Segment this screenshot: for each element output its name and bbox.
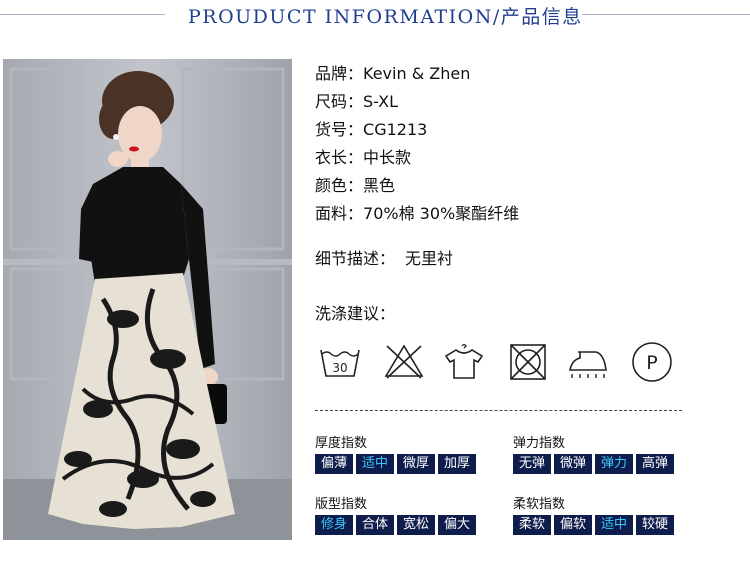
elasticity-option-selected: 弹力 bbox=[595, 454, 633, 474]
section-title: PROUDUCT INFORMATION/产品信息 bbox=[188, 6, 583, 28]
softness-index-title: 柔软指数 bbox=[513, 497, 566, 512]
fit-option: 偏大 bbox=[438, 515, 476, 535]
fit-option-selected: 修身 bbox=[315, 515, 353, 535]
info-row-color: 颜色：黑色 bbox=[315, 172, 519, 200]
elasticity-index: 弹力指数 无弹 微弹 弹力 高弹 bbox=[513, 432, 674, 474]
header-divider-left bbox=[0, 14, 165, 15]
fabric-value: 70%棉 30%聚酯纤维 bbox=[363, 204, 520, 223]
elasticity-option: 无弹 bbox=[513, 454, 551, 474]
fit-index: 版型指数 修身 合体 宽松 偏大 bbox=[315, 493, 476, 535]
detail-value: 无里衬 bbox=[405, 249, 454, 268]
detail-description: 细节描述： 无里衬 bbox=[315, 245, 453, 269]
fit-option: 宽松 bbox=[397, 515, 435, 535]
product-photo bbox=[3, 59, 292, 540]
hang-dry-icon bbox=[442, 340, 486, 384]
info-row-fabric: 面料：70%棉 30%聚酯纤维 bbox=[315, 200, 519, 228]
size-label: 尺码： bbox=[315, 92, 364, 111]
thickness-option-selected: 适中 bbox=[356, 454, 394, 474]
wash-30-icon: 30 bbox=[318, 340, 362, 384]
softness-option: 柔软 bbox=[513, 515, 551, 535]
size-value: S-XL bbox=[363, 92, 399, 111]
section-header: PROUDUCT INFORMATION/产品信息 bbox=[0, 0, 750, 30]
info-row-sku: 货号：CG1213 bbox=[315, 116, 519, 144]
fit-index-title: 版型指数 bbox=[315, 497, 368, 512]
elasticity-option: 高弹 bbox=[636, 454, 674, 474]
length-label: 衣长： bbox=[315, 148, 364, 167]
sku-label: 货号： bbox=[315, 120, 364, 139]
header-divider-right bbox=[582, 14, 750, 15]
product-info-list: 品牌：Kevin & Zhen 尺码：S-XL 货号：CG1213 衣长：中长款… bbox=[315, 60, 519, 228]
thickness-options: 偏薄 适中 微厚 加厚 bbox=[315, 454, 476, 474]
elasticity-option: 微弹 bbox=[554, 454, 592, 474]
thickness-index: 厚度指数 偏薄 适中 微厚 加厚 bbox=[315, 432, 476, 474]
fabric-label: 面料： bbox=[315, 204, 364, 223]
wash-advice-label: 洗涤建议： bbox=[315, 304, 396, 323]
dry-clean-p-icon: P bbox=[630, 340, 674, 384]
brand-label: 品牌： bbox=[315, 64, 364, 83]
softness-options: 柔软 偏软 适中 较硬 bbox=[513, 515, 674, 535]
softness-option: 较硬 bbox=[636, 515, 674, 535]
brand-value: Kevin & Zhen bbox=[363, 64, 471, 83]
dry-clean-letter: P bbox=[646, 352, 657, 374]
softness-option: 偏软 bbox=[554, 515, 592, 535]
info-row-length: 衣长：中长款 bbox=[315, 144, 519, 172]
section-divider bbox=[315, 410, 682, 411]
thickness-option: 微厚 bbox=[397, 454, 435, 474]
iron-icon bbox=[566, 340, 610, 384]
length-value: 中长款 bbox=[363, 148, 412, 167]
elasticity-index-title: 弹力指数 bbox=[513, 436, 566, 451]
detail-label: 细节描述： bbox=[315, 249, 396, 268]
fit-options: 修身 合体 宽松 偏大 bbox=[315, 515, 476, 535]
wash-temp-text: 30 bbox=[332, 361, 347, 375]
info-row-size: 尺码：S-XL bbox=[315, 88, 519, 116]
thickness-index-title: 厚度指数 bbox=[315, 436, 368, 451]
thickness-option: 偏薄 bbox=[315, 454, 353, 474]
thickness-option: 加厚 bbox=[438, 454, 476, 474]
info-row-brand: 品牌：Kevin & Zhen bbox=[315, 60, 519, 88]
fit-option: 合体 bbox=[356, 515, 394, 535]
no-tumble-dry-icon bbox=[506, 340, 550, 384]
no-bleach-icon bbox=[382, 340, 426, 384]
color-value: 黑色 bbox=[363, 176, 396, 195]
sku-value: CG1213 bbox=[363, 120, 428, 139]
softness-index: 柔软指数 柔软 偏软 适中 较硬 bbox=[513, 493, 674, 535]
softness-option-selected: 适中 bbox=[595, 515, 633, 535]
color-label: 颜色： bbox=[315, 176, 364, 195]
elasticity-options: 无弹 微弹 弹力 高弹 bbox=[513, 454, 674, 474]
